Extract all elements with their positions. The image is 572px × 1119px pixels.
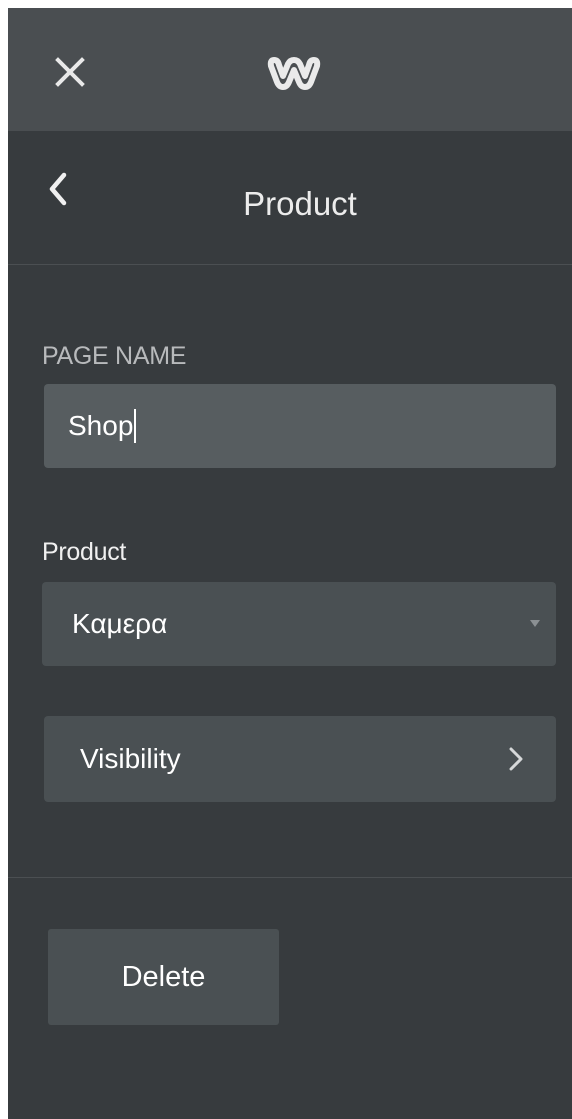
top-bar xyxy=(8,8,572,131)
product-select[interactable]: Καμερα xyxy=(42,582,556,666)
divider xyxy=(8,877,572,878)
settings-panel: Product PAGE NAME Shop Product Καμερα Vi… xyxy=(8,8,572,1119)
product-label: Product xyxy=(42,538,127,566)
delete-button[interactable]: Delete xyxy=(48,929,279,1025)
page-name-label: PAGE NAME xyxy=(42,342,187,370)
page-title: Product xyxy=(243,185,357,222)
text-cursor xyxy=(134,409,137,443)
product-selected-value: Καμερα xyxy=(72,608,168,639)
panel-header: Product xyxy=(8,131,572,265)
chevron-right-icon xyxy=(506,744,526,774)
page-name-value: Shop xyxy=(68,410,134,441)
visibility-label: Visibility xyxy=(80,743,181,774)
close-icon[interactable] xyxy=(54,56,86,88)
visibility-button[interactable]: Visibility xyxy=(44,716,556,802)
weebly-logo-icon xyxy=(266,52,336,92)
page-name-input[interactable]: Shop xyxy=(44,384,556,468)
caret-down-icon xyxy=(530,620,540,627)
